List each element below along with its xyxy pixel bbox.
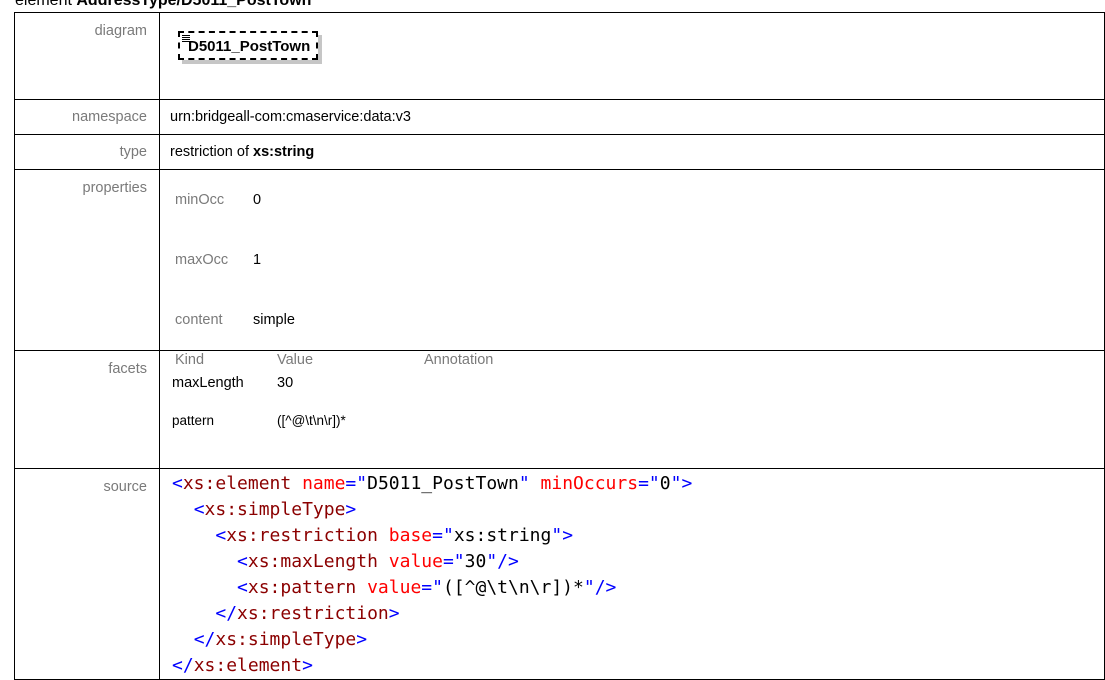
xml-attr-value: ([^@\t\n\r])*	[442, 577, 584, 598]
property-key: minOcc	[175, 191, 225, 208]
xml-attr: base	[388, 525, 433, 546]
xml-tag: xs:simpleType	[204, 499, 346, 520]
type-label: type	[14, 134, 160, 170]
namespace-row: namespace urn:bridgeall-com:cmaservice:d…	[14, 99, 1105, 135]
facets-label: facets	[14, 350, 160, 469]
facet-value: ([^@\t\n\r])*	[277, 413, 346, 428]
facet-col-annotation: Annotation	[424, 352, 494, 368]
xml-attr-value: 0	[659, 473, 671, 494]
facet-row: pattern ([^@\t\n\r])*	[170, 413, 1104, 428]
source-cell: <xs:element name="D5011_PostTown" minOcc…	[159, 468, 1105, 680]
element-lines-icon	[182, 35, 190, 42]
xml-tag: xs:pattern	[247, 577, 357, 598]
namespace-value: urn:bridgeall-com:cmaservice:data:v3	[159, 99, 1105, 135]
property-row: content simple	[170, 290, 295, 350]
element-doc-table: diagram D5011_PostTown namespace urn:bri…	[14, 12, 1105, 680]
property-row: minOcc 0	[170, 170, 295, 230]
facet-col-kind: Kind	[175, 352, 205, 368]
element-diagram-box[interactable]: D5011_PostTown	[178, 31, 319, 60]
facet-value: 30	[277, 375, 294, 391]
facets-row: facets Kind Value Annotation maxLength 3…	[14, 350, 1105, 469]
facets-cell: Kind Value Annotation maxLength 30 patte…	[159, 350, 1105, 469]
xml-tag: xs:element	[193, 655, 303, 676]
properties-row: properties minOcc 0 maxOcc 1 content sim…	[14, 169, 1105, 351]
property-key: maxOcc	[175, 251, 229, 268]
xml-tag: xs:simpleType	[215, 629, 357, 650]
property-row: maxOcc 1	[170, 230, 295, 290]
properties-table: minOcc 0 maxOcc 1 content simple	[170, 170, 295, 350]
facet-row: maxLength 30	[170, 375, 1104, 401]
diagram-label: diagram	[14, 12, 160, 100]
facet-kind: pattern	[172, 413, 215, 428]
source-code: <xs:element name="D5011_PostTown" minOcc…	[172, 473, 693, 676]
xml-tag: xs:restriction	[226, 525, 378, 546]
property-value: simple	[253, 311, 295, 328]
source-label: source	[14, 468, 160, 680]
property-value: 0	[253, 191, 262, 208]
properties-cell: minOcc 0 maxOcc 1 content simple	[159, 169, 1105, 351]
properties-label: properties	[14, 169, 160, 351]
xml-attr: value	[367, 577, 422, 598]
xml-attr-value: 30	[464, 551, 487, 572]
type-row: type restriction of xs:string	[14, 134, 1105, 170]
xml-attr: name	[302, 473, 346, 494]
xml-attr-value: xs:string	[453, 525, 552, 546]
type-prefix: restriction of	[170, 144, 253, 160]
diagram-row: diagram D5011_PostTown	[14, 12, 1105, 100]
xml-tag: xs:maxLength	[247, 551, 378, 572]
diagram-cell: D5011_PostTown	[159, 12, 1105, 100]
source-row: source <xs:element name="D5011_PostTown"…	[14, 468, 1105, 680]
diagram-element-name: D5011_PostTown	[188, 38, 311, 55]
xml-attr-value: D5011_PostTown	[367, 473, 519, 494]
property-key: content	[175, 311, 223, 328]
facets-header: Kind Value Annotation	[170, 351, 1104, 369]
xml-attr: value	[388, 551, 443, 572]
heading-element-name: AddressType/D5011_PostTown	[76, 0, 312, 9]
xml-attr: minOccurs	[540, 473, 639, 494]
heading-prefix: element	[15, 0, 77, 9]
property-value: 1	[253, 251, 262, 268]
type-base-link[interactable]: xs:string	[253, 144, 314, 160]
xml-tag: xs:element	[182, 473, 292, 494]
namespace-label: namespace	[14, 99, 160, 135]
facet-col-value: Value	[277, 352, 314, 368]
type-value: restriction of xs:string	[159, 134, 1105, 170]
xml-tag: xs:restriction	[237, 603, 389, 624]
facet-kind: maxLength	[172, 375, 244, 391]
